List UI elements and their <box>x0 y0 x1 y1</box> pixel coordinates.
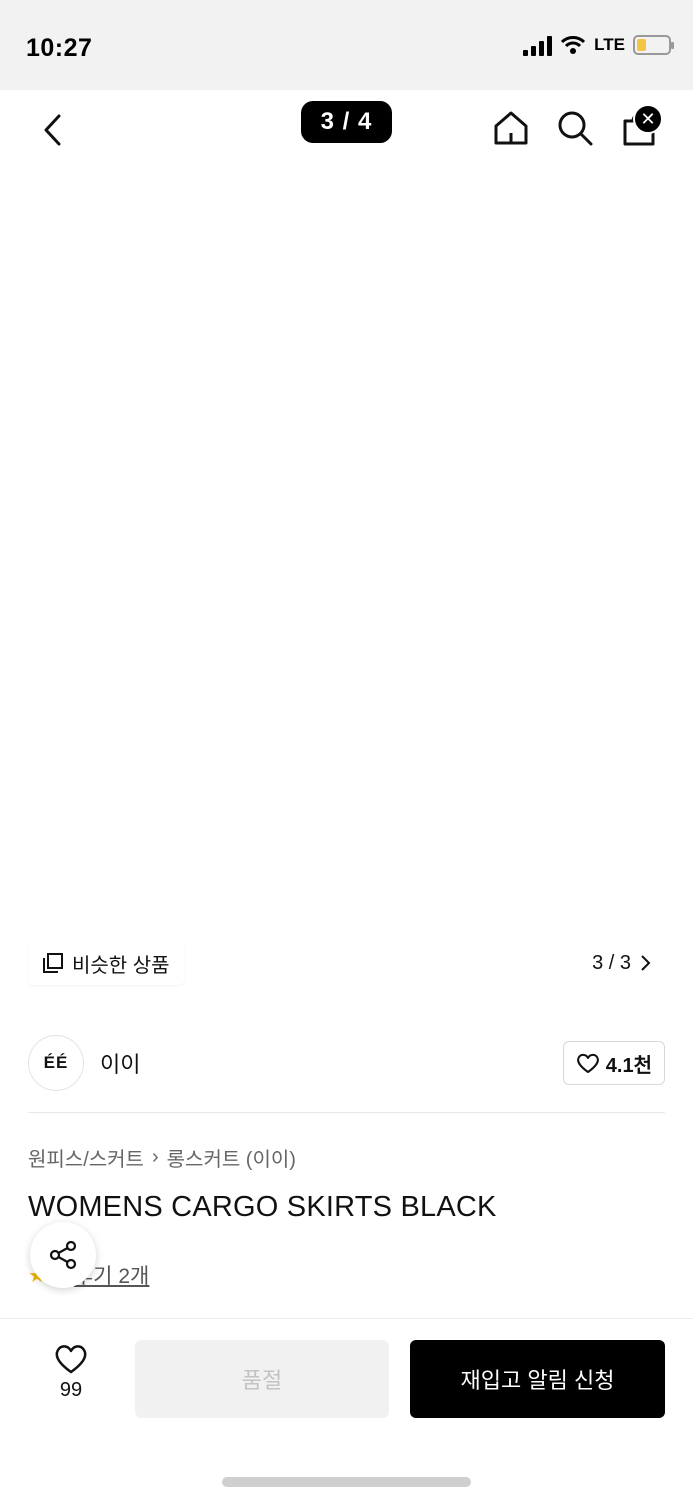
back-button[interactable] <box>30 108 74 152</box>
signal-icon <box>523 34 553 56</box>
product-title: WOMENS CARGO SKIRTS BLACK <box>28 1191 497 1223</box>
bottom-action-bar: 99 품절 재입고 알림 신청 <box>0 1318 693 1500</box>
similar-products-button[interactable]: 비슷한 상품 <box>28 941 184 985</box>
brand-name[interactable]: 이이 <box>100 1047 140 1079</box>
breadcrumb-category[interactable]: 원피스/스커트 <box>28 1143 144 1172</box>
brand-logo[interactable]: ÉÉ <box>28 1035 84 1091</box>
breadcrumb-separator-icon: › <box>151 1146 159 1168</box>
battery-fill <box>637 39 646 51</box>
wishlist-count: 99 <box>59 1379 83 1401</box>
brand-like-count: 4.1천 <box>605 1054 652 1077</box>
wishlist-button[interactable]: 99 <box>40 1343 102 1402</box>
heart-icon <box>55 1345 87 1374</box>
status-time: 10:27 <box>26 34 93 62</box>
home-indicator[interactable] <box>222 1477 471 1487</box>
status-bar: 10:27 LTE <box>0 0 693 90</box>
model-photo <box>273 205 439 988</box>
image-pager: 3 / 4 <box>301 101 392 143</box>
wifi-icon <box>561 36 586 54</box>
similar-icon <box>43 953 63 973</box>
brand-like-button[interactable]: 4.1천 <box>562 1041 665 1085</box>
chevron-left-icon <box>44 114 61 146</box>
home-button[interactable] <box>489 106 533 150</box>
battery-icon <box>633 35 674 55</box>
cart-button[interactable]: ✕ <box>617 104 663 150</box>
restock-alert-button[interactable]: 재입고 알림 신청 <box>410 1340 665 1418</box>
sold-out-button: 품절 <box>135 1340 389 1418</box>
share-icon <box>49 1240 77 1270</box>
close-icon[interactable]: ✕ <box>633 104 663 134</box>
home-icon <box>494 111 528 145</box>
top-nav: 3 / 4 ✕ <box>0 90 693 170</box>
product-image[interactable] <box>0 90 693 1012</box>
image-counter-label: 3 / 3 <box>592 951 631 974</box>
brand-row: ÉÉ 이이 4.1천 <box>28 1034 665 1092</box>
breadcrumb: 원피스/스커트 › 롱스커트 (이이) <box>28 1143 296 1172</box>
search-button[interactable] <box>553 106 597 150</box>
breadcrumb-subcategory[interactable]: 롱스커트 (이이) <box>167 1143 296 1172</box>
chevron-right-icon <box>641 955 651 971</box>
network-label: LTE <box>594 35 625 54</box>
heart-icon <box>576 1053 599 1073</box>
image-counter-button[interactable]: 3 / 3 <box>578 941 665 985</box>
similar-products-label: 비슷한 상품 <box>72 954 170 977</box>
search-icon <box>558 111 593 146</box>
divider <box>28 1112 665 1113</box>
share-button[interactable] <box>30 1222 96 1288</box>
status-icons: LTE <box>523 34 674 56</box>
